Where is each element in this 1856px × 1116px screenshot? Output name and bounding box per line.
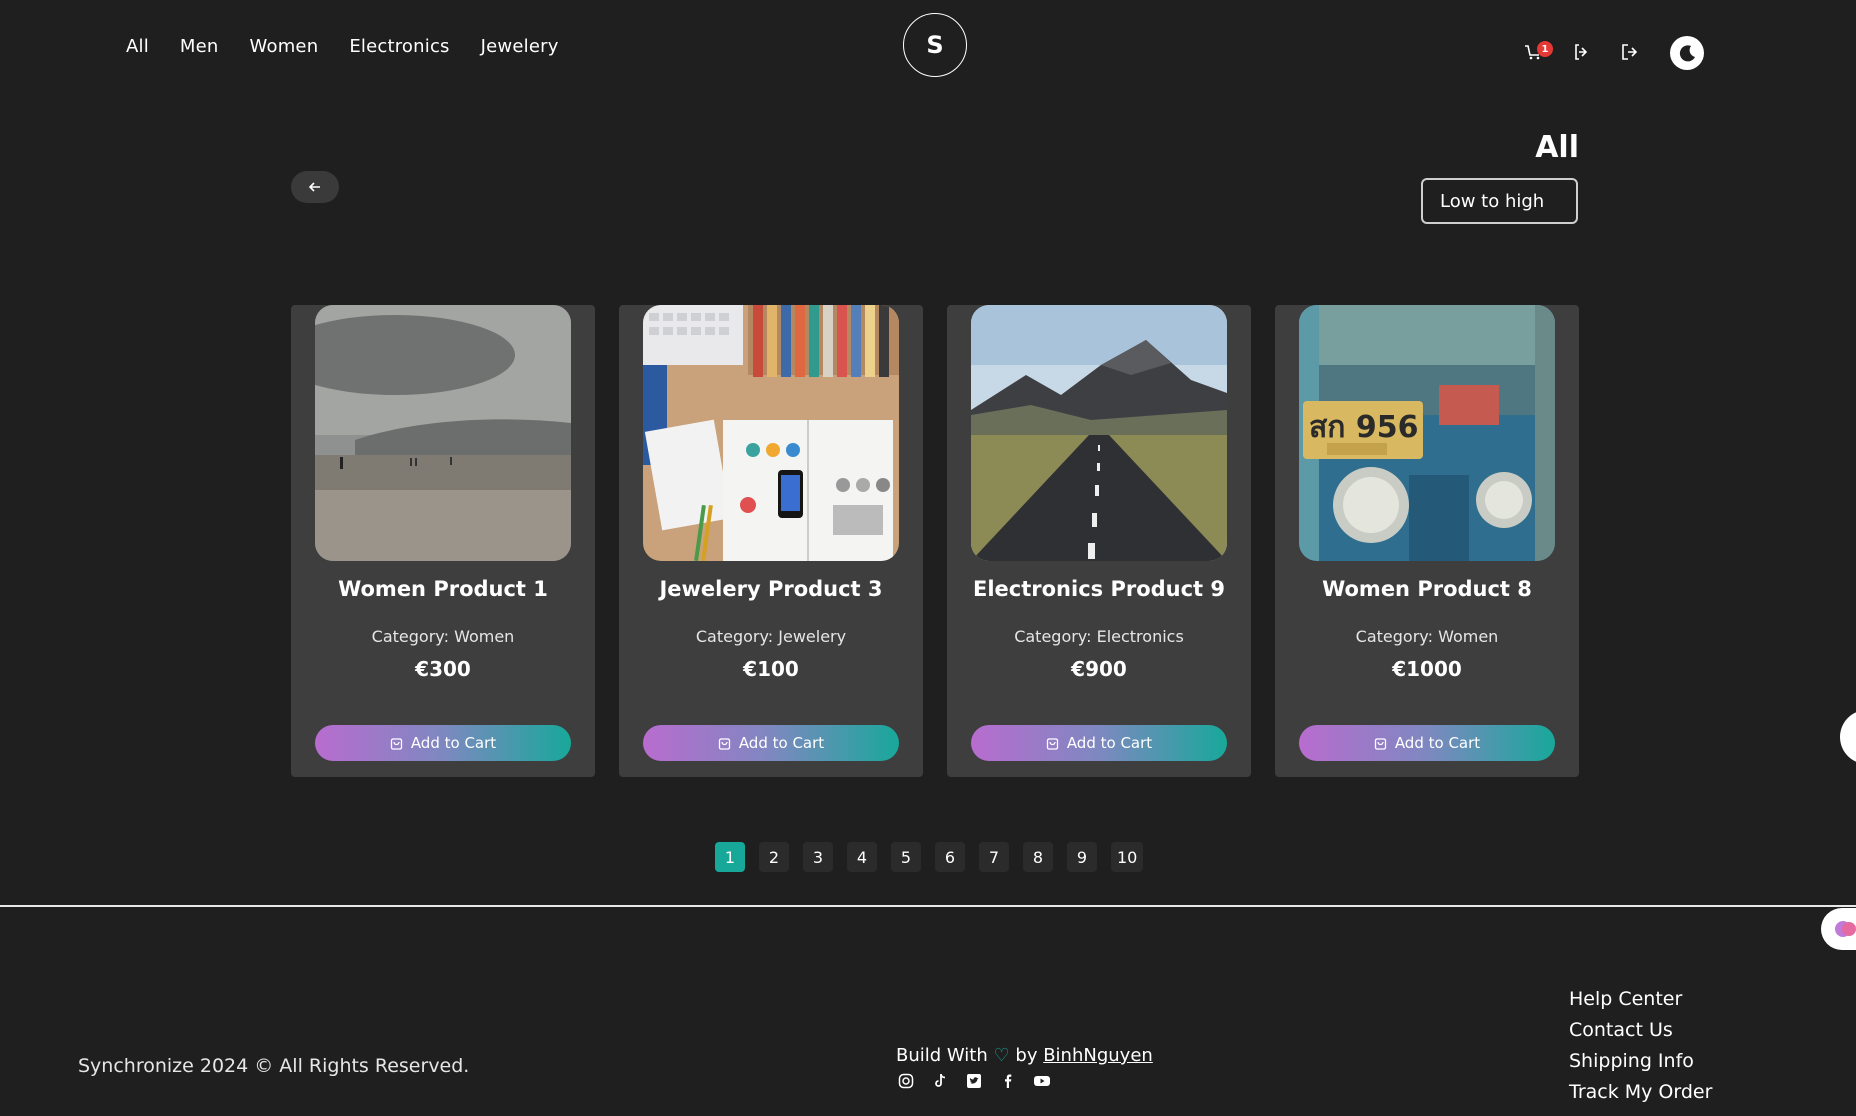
product-title[interactable]: Jewelery Product 3 [619,577,923,601]
logout-icon[interactable] [1620,42,1642,64]
arrow-left-icon [308,182,320,192]
product-card[interactable]: Jewelery Product 3 Category: Jewelery €1… [619,305,923,777]
product-category: Category: Jewelery [695,627,847,646]
footer-link-shipping-info[interactable]: Shipping Info [1569,1050,1712,1072]
side-assistant-tab[interactable] [1821,908,1856,950]
page-button-6[interactable]: 6 [935,842,965,872]
login-icon[interactable] [1572,42,1594,64]
nav-link-jewelery[interactable]: Jewelery [481,36,559,57]
product-image-beach[interactable] [315,305,571,561]
side-floating-tab[interactable] [1840,710,1856,764]
product-category: Category: Women [1355,627,1499,646]
product-title[interactable]: Electronics Product 9 [947,577,1251,601]
product-category: Category: Electronics [1014,627,1184,646]
page-button-8[interactable]: 8 [1023,842,1053,872]
twitter-icon[interactable] [964,1071,984,1091]
product-image-desk[interactable] [643,305,899,561]
page-button-10[interactable]: 10 [1111,842,1144,872]
add-to-cart-label: Add to Cart [1066,734,1153,752]
main-nav: All Men Women Electronics Jewelery [126,36,559,57]
build-with-by: by [1015,1045,1038,1066]
product-price: €1000 [1392,657,1462,681]
nav-link-women[interactable]: Women [250,36,319,57]
page-title: All [1535,130,1579,165]
footer-link-help-center[interactable]: Help Center [1569,988,1712,1010]
pagination: 1 2 3 4 5 6 7 8 9 10 [715,842,1144,872]
product-title[interactable]: Women Product 8 [1275,577,1579,601]
author-link[interactable]: BinhNguyen [1043,1045,1153,1066]
tiktok-icon[interactable] [930,1071,950,1091]
product-image-tuk-tuk[interactable]: สก 956 [1299,305,1555,561]
brain-icon [1835,921,1856,937]
page-button-7[interactable]: 7 [979,842,1009,872]
page-button-1[interactable]: 1 [715,842,745,872]
page-button-5[interactable]: 5 [891,842,921,872]
bag-icon [390,737,402,750]
build-with-prefix: Build With [896,1045,988,1066]
page-button-3[interactable]: 3 [803,842,833,872]
nav-link-electronics[interactable]: Electronics [349,36,449,57]
page-button-9[interactable]: 9 [1067,842,1097,872]
add-to-cart-button[interactable]: Add to Cart [1299,725,1555,761]
product-card[interactable]: Electronics Product 9 Category: Electron… [947,305,1251,777]
product-title[interactable]: Women Product 1 [291,577,595,601]
product-card[interactable]: สก 956 Women Product 8 Category: Women €… [1275,305,1579,777]
nav-link-all[interactable]: All [126,36,149,57]
back-button[interactable] [291,171,339,203]
social-links [896,1071,1052,1091]
add-to-cart-button[interactable]: Add to Cart [971,725,1227,761]
bag-icon [1374,737,1386,750]
product-grid: Women Product 1 Category: Women €300 Add… [291,305,1579,777]
nav-link-men[interactable]: Men [180,36,219,57]
facebook-icon[interactable] [998,1071,1018,1091]
logo[interactable]: S [903,13,967,77]
youtube-icon[interactable] [1032,1071,1052,1091]
product-category: Category: Women [371,627,515,646]
footer-links: Help Center Contact Us Shipping Info Tra… [1569,988,1712,1103]
footer-divider [0,905,1856,907]
footer-link-track-order[interactable]: Track My Order [1569,1081,1712,1103]
product-price: €100 [743,657,799,681]
cart-count-badge: 1 [1537,41,1553,57]
heart-icon: ♡ [993,1045,1010,1066]
theme-toggle-moon-icon[interactable] [1670,36,1704,70]
add-to-cart-label: Add to Cart [738,734,825,752]
product-image-mountain-road[interactable] [971,305,1227,561]
add-to-cart-label: Add to Cart [410,734,497,752]
add-to-cart-label: Add to Cart [1394,734,1481,752]
build-with-text: Build With ♡ by BinhNguyen [896,1045,1153,1066]
add-to-cart-button[interactable]: Add to Cart [643,725,899,761]
sort-select[interactable]: Low to high [1421,178,1578,224]
bag-icon [718,737,730,750]
license-plate-text: สก 956 [1309,410,1419,445]
product-price: €900 [1071,657,1127,681]
instagram-icon[interactable] [896,1071,916,1091]
product-price: €300 [415,657,471,681]
copyright-text: Synchronize 2024 © All Rights Reserved. [78,1055,470,1077]
add-to-cart-button[interactable]: Add to Cart [315,725,571,761]
footer-link-contact-us[interactable]: Contact Us [1569,1019,1712,1041]
bag-icon [1046,737,1058,750]
page: All Men Women Electronics Jewelery S 1 A… [0,0,1856,1116]
page-button-2[interactable]: 2 [759,842,789,872]
page-button-4[interactable]: 4 [847,842,877,872]
product-card[interactable]: Women Product 1 Category: Women €300 Add… [291,305,595,777]
